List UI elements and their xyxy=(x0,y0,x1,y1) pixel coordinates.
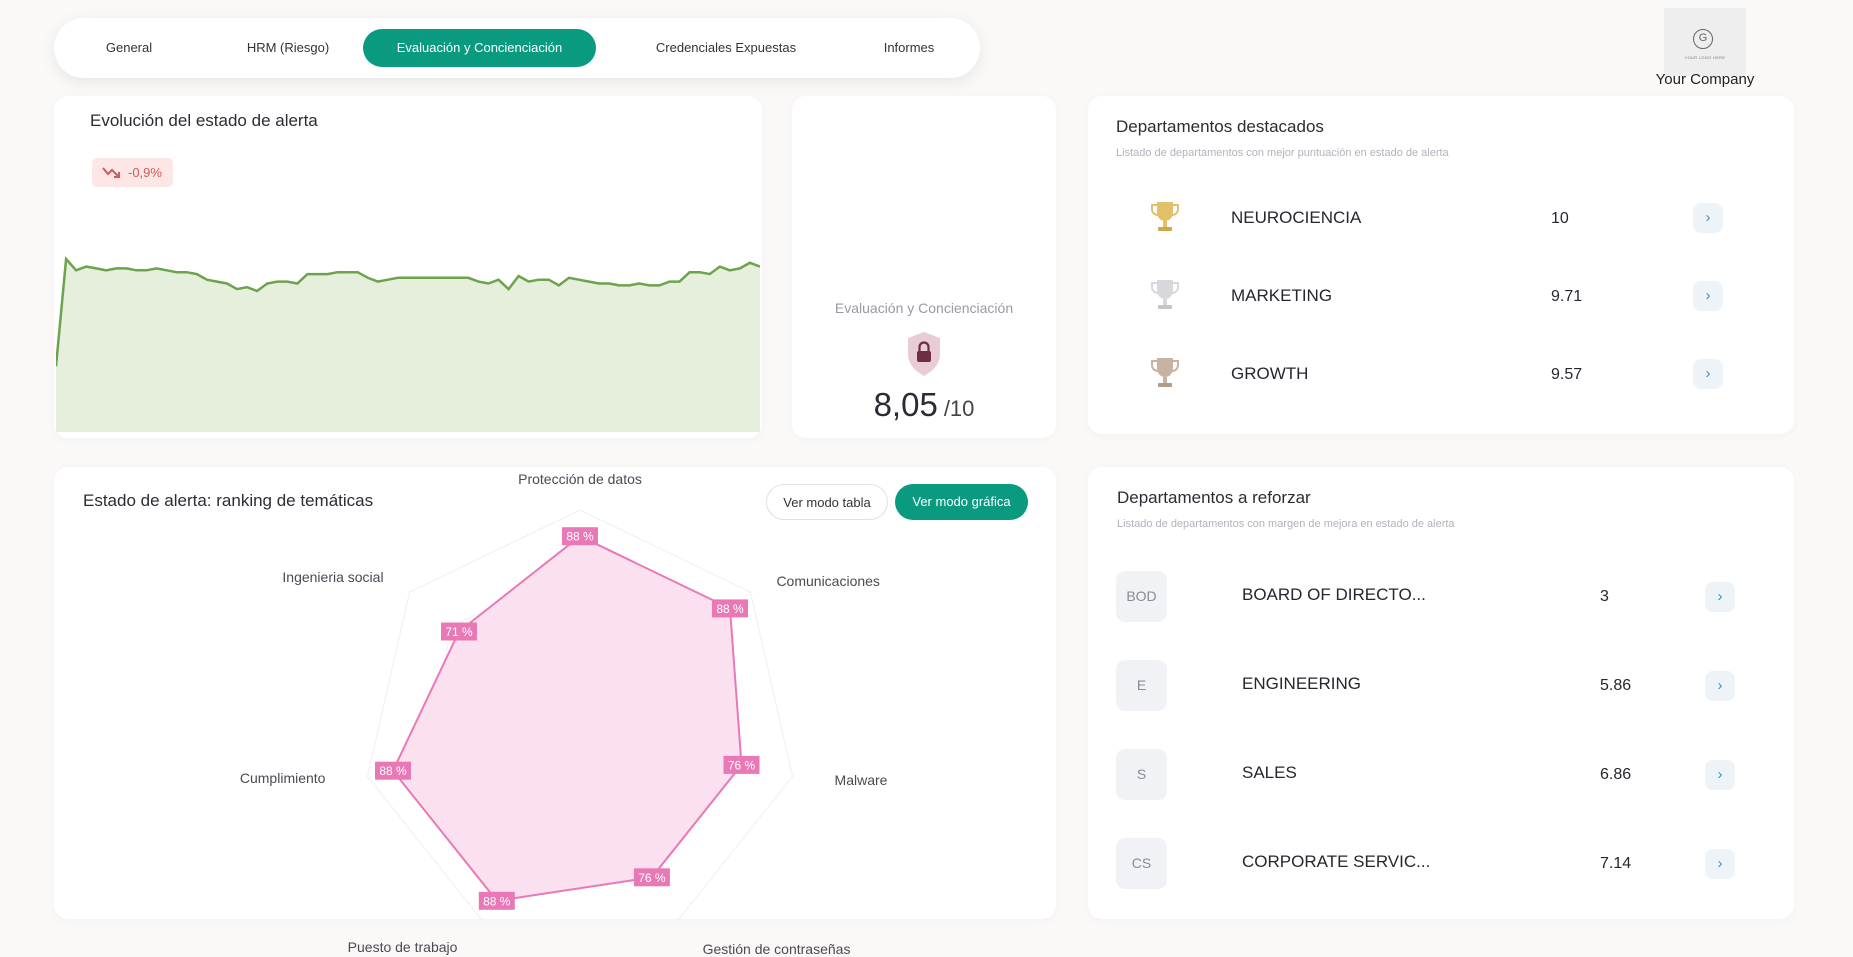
evolution-area-chart xyxy=(56,256,760,432)
radar-axis-label: Malware xyxy=(834,771,888,788)
radar-axis-label: Ingenieria social xyxy=(282,569,384,586)
tab-hrm[interactable]: HRM (Riesgo) xyxy=(204,29,372,67)
score-card: Evaluación y Concienciación 8,05/10 xyxy=(792,96,1056,438)
top-dept-row: GROWTH 9.57 › xyxy=(1088,354,1794,404)
dept-detail-button[interactable]: › xyxy=(1693,359,1723,389)
dept-score: 7.14 xyxy=(1600,855,1632,872)
trophy-bronze-icon xyxy=(1151,358,1179,387)
trend-badge: -0,9% xyxy=(92,158,173,187)
dept-name: ENGINEERING xyxy=(1242,674,1362,693)
radar-chart: 88 % 88 % 76 % 76 % 88 % 88 % 71 % xyxy=(366,509,794,919)
radar-axis-label: Gestión de contraseñas xyxy=(702,941,851,957)
dept-avatar: CS xyxy=(1116,838,1167,889)
reinforce-departments-card: Departamentos a reforzar Listado de depa… xyxy=(1088,467,1794,919)
radar-axis-label: Comunicaciones xyxy=(776,573,880,590)
dept-avatar: BOD xyxy=(1116,571,1167,622)
score-label: Evaluación y Concienciación xyxy=(834,300,1014,316)
radar-value-label: 88 % xyxy=(716,602,744,616)
chevron-right-icon: › xyxy=(1705,209,1711,226)
tab-general[interactable]: General xyxy=(74,29,184,67)
score-value-wrap: 8,05/10 xyxy=(792,386,1056,424)
radar-axis-label: Cumplimiento xyxy=(239,769,326,786)
radar-value-label: 71 % xyxy=(445,625,473,639)
chevron-right-icon: › xyxy=(1705,365,1711,382)
reinforce-subtitle: Listado de departamentos con margen de m… xyxy=(1117,518,1455,530)
dept-score: 9.57 xyxy=(1551,366,1583,383)
radar-value-label: 88 % xyxy=(566,530,594,544)
reinforce-title: Departamentos a reforzar xyxy=(1117,488,1311,507)
logo-glyph: G xyxy=(1693,29,1713,49)
top-dept-row: NEUROCIENCIA 10 › xyxy=(1088,198,1794,248)
dept-name: SALES xyxy=(1242,763,1297,782)
dept-detail-button[interactable]: › xyxy=(1705,671,1735,701)
chevron-right-icon: › xyxy=(1705,287,1711,304)
dept-score: 5.86 xyxy=(1600,677,1632,694)
dept-score: 3 xyxy=(1600,588,1609,605)
radar-axis-label: Puesto de trabajo xyxy=(347,939,458,956)
company-logo: G YOUR LOGO HERE xyxy=(1664,8,1746,76)
dept-name: CORPORATE SERVIC... xyxy=(1242,852,1431,871)
radar-value-label: 76 % xyxy=(728,758,756,772)
tab-evaluacion[interactable]: Evaluación y Concienciación xyxy=(363,29,596,67)
top-departments-title: Departamentos destacados xyxy=(1116,117,1324,136)
trophy-gold-icon xyxy=(1151,202,1179,231)
dept-avatar: E xyxy=(1116,660,1167,711)
shield-lock-icon xyxy=(908,332,940,376)
dept-name: BOARD OF DIRECTO... xyxy=(1242,585,1426,604)
chevron-right-icon: › xyxy=(1717,677,1723,694)
radar-value-label: 76 % xyxy=(638,871,666,885)
trend-down-icon xyxy=(102,167,120,178)
dept-name: MARKETING xyxy=(1231,286,1333,305)
company-name: Your Company xyxy=(1655,71,1755,88)
ranking-card: Estado de alerta: ranking de temáticas V… xyxy=(54,467,1056,957)
dept-name: GROWTH xyxy=(1231,364,1309,383)
trend-value: -0,9% xyxy=(128,165,162,180)
evolution-title: Evolución del estado de alerta xyxy=(90,111,318,130)
reinforce-dept-row: CS CORPORATE SERVIC... 7.14 › xyxy=(1088,838,1794,890)
dept-score: 6.86 xyxy=(1600,766,1632,783)
top-departments-card: Departamentos destacados Listado de depa… xyxy=(1088,96,1794,434)
evolution-card: Evolución del estado de alerta xyxy=(54,96,762,438)
chevron-right-icon: › xyxy=(1717,855,1723,872)
tab-credenciales[interactable]: Credenciales Expuestas xyxy=(616,29,836,67)
dept-detail-button[interactable]: › xyxy=(1693,281,1723,311)
dept-score: 9.71 xyxy=(1551,288,1583,305)
top-departments-subtitle: Listado de departamentos con mejor puntu… xyxy=(1116,147,1449,159)
radar-series-area xyxy=(391,535,743,902)
score-value: 8,05 xyxy=(873,386,938,423)
radar-value-label: 88 % xyxy=(379,764,407,778)
chevron-right-icon: › xyxy=(1717,588,1723,605)
chevron-right-icon: › xyxy=(1717,766,1723,783)
reinforce-dept-row: BOD BOARD OF DIRECTO... 3 › xyxy=(1088,571,1794,623)
dept-detail-button[interactable]: › xyxy=(1705,849,1735,879)
dept-score: 10 xyxy=(1551,210,1569,227)
score-denominator: /10 xyxy=(943,396,975,421)
logo-placeholder-text: YOUR LOGO HERE xyxy=(1684,55,1726,60)
reinforce-dept-row: E ENGINEERING 5.86 › xyxy=(1088,660,1794,712)
top-dept-row: MARKETING 9.71 › xyxy=(1088,276,1794,326)
tab-informes[interactable]: Informes xyxy=(854,29,964,67)
dept-detail-button[interactable]: › xyxy=(1693,203,1723,233)
dept-detail-button[interactable]: › xyxy=(1705,582,1735,612)
dept-name: NEUROCIENCIA xyxy=(1231,208,1362,227)
trophy-silver-icon xyxy=(1151,280,1179,309)
reinforce-dept-row: S SALES 6.86 › xyxy=(1088,749,1794,801)
radar-value-label: 88 % xyxy=(483,894,511,908)
main-nav: General HRM (Riesgo) Evaluación y Concie… xyxy=(54,18,980,78)
radar-axis-label: Protección de datos xyxy=(518,471,642,487)
dept-avatar: S xyxy=(1116,749,1167,800)
dept-detail-button[interactable]: › xyxy=(1705,760,1735,790)
